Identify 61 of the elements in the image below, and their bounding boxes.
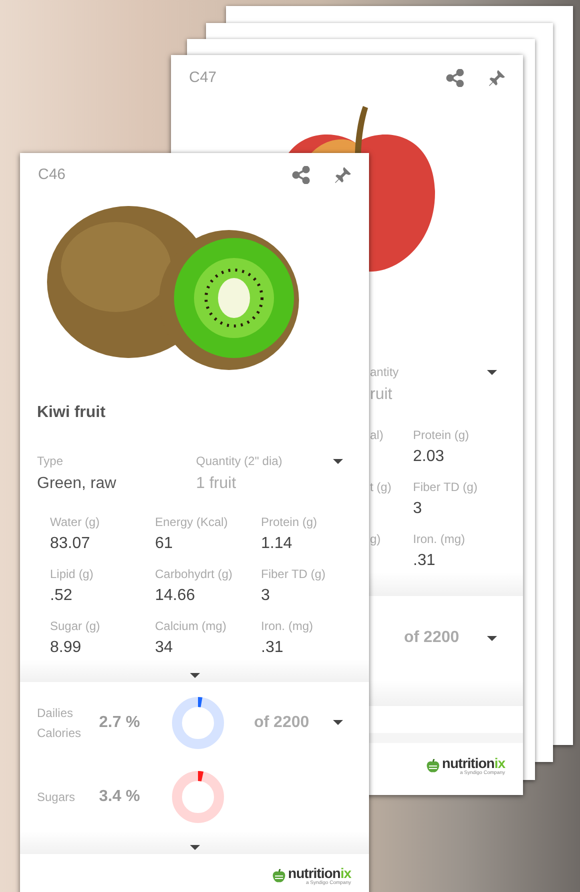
nutrient-label: Energy (Kcal) [155, 514, 229, 531]
section-label: Dailies [37, 704, 74, 722]
nutrient-value: 8.99 [50, 638, 82, 658]
nutrient-label: Water (g) [50, 514, 101, 531]
nutrient-value: 61 [155, 534, 174, 554]
field-value: Green, raw [37, 474, 118, 494]
nutrient-label: Lipid (g) [50, 566, 94, 583]
logo-text: nutritionix [288, 866, 351, 880]
nutrient-value: 1.14 [261, 534, 294, 554]
nutrient-value: .31 [261, 638, 284, 658]
nutrient-label: g) [370, 531, 382, 548]
field-label: Type [37, 452, 64, 470]
nutrient-value: 14.66 [155, 586, 196, 606]
field-label: antity [370, 364, 399, 381]
food-name: Kiwi fruit [37, 404, 106, 422]
nutrient-value: 34 [155, 638, 174, 658]
nutrient-label: Fiber TD (g) [413, 479, 478, 496]
card-code: C46 [38, 165, 66, 186]
nutrient-label: t (g) [370, 479, 392, 496]
nutrient-label: Carbohydrt (g) [155, 566, 234, 583]
daily-total: of 2200 [404, 628, 460, 648]
nutrient-label: Iron. (mg) [261, 618, 314, 635]
nutrient-label: Protein (g) [413, 427, 470, 444]
nutrient-label: al) [370, 427, 384, 444]
pin-icon [334, 166, 352, 184]
nutrient-label: Fiber TD (g) [261, 566, 326, 583]
share-icon [292, 166, 310, 184]
caret-icon [190, 845, 200, 850]
caret-icon [333, 720, 343, 726]
nutrient-value: 83.07 [50, 534, 92, 554]
nutrient-value: 2.03 [413, 447, 446, 467]
field-value: 1 fruit [196, 474, 238, 494]
daily-percent: 3.4 % [99, 787, 141, 808]
apple-logo-icon [272, 869, 286, 884]
nutrient-label: Iron. (mg) [413, 531, 466, 548]
nutrient-value: 3 [261, 586, 271, 606]
logo-text: nutritionix [442, 756, 505, 770]
daily-label: Calories [37, 724, 82, 742]
nutrient-value: .52 [50, 586, 74, 606]
caret-icon [190, 672, 200, 678]
pin-button[interactable] [487, 68, 507, 88]
share-button[interactable] [291, 165, 311, 186]
nutrient-label: Protein (g) [261, 514, 318, 531]
nutrient-label: Sugar (g) [50, 618, 102, 635]
nutrient-label: Calcium (mg) [155, 618, 228, 635]
daily-total: of 2200 [254, 712, 310, 733]
nutrient-value: .31 [413, 551, 436, 571]
daily-percent: 2.7 % [99, 712, 141, 733]
share-icon [446, 69, 464, 87]
pin-button[interactable] [333, 165, 353, 186]
caret-icon [333, 458, 343, 464]
share-button[interactable] [445, 68, 465, 88]
caret-icon [487, 636, 497, 640]
pin-icon [488, 69, 506, 87]
field-value: ruit [370, 385, 394, 405]
caret-icon [487, 370, 497, 375]
apple-logo-icon [426, 758, 440, 772]
card-code: C47 [189, 68, 217, 88]
nutrient-value: 3 [413, 499, 423, 519]
daily-label: Sugars [37, 789, 76, 806]
field-label: Quantity (2" dia) [196, 452, 282, 470]
